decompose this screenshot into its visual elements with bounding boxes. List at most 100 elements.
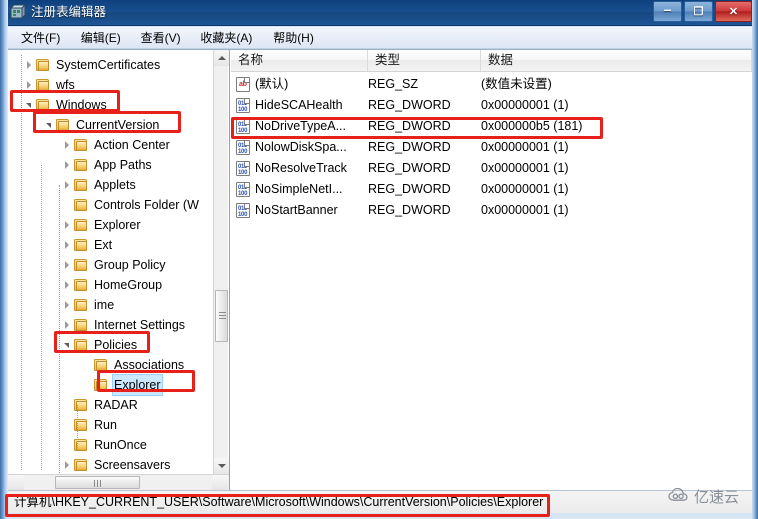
tree-item-label: Policies [94,338,138,352]
tree-item-runonce[interactable]: RunOnce [60,435,149,455]
tree-item-systemcertificates[interactable]: SystemCertificates [22,55,162,75]
triangle-right-icon [64,161,69,169]
tree-item-applets[interactable]: Applets [60,175,138,195]
tree-item-ext[interactable]: Ext [60,235,114,255]
triangle-down-icon [64,342,69,348]
tree-scroll-left-button[interactable] [8,475,24,490]
dword-value-icon: 011 100 [236,140,250,155]
tree-guide-line [21,55,22,470]
column-data[interactable]: 数据 [481,50,752,71]
value-row[interactable]: 011 100 NoResolveTrack REG_DWORD 0x00000001… [231,158,752,179]
tree-item-label: Internet Settings [94,318,186,332]
folder-icon [35,98,51,112]
expand-arrow-icon[interactable] [60,455,73,474]
window-frame-left [0,0,8,519]
tree-item-windows[interactable]: Windows [22,95,109,115]
triangle-right-icon [26,81,31,89]
expand-arrow-icon[interactable] [60,155,73,175]
expand-arrow-icon[interactable] [60,255,73,275]
tree-item-group-policy[interactable]: Group Policy [60,255,168,275]
value-row[interactable]: 011 100 HideSCAHealth REG_DWORD 0x00000001 … [231,95,752,116]
registry-tree-pane[interactable]: SystemCertificates wfs Windows CurrentVersi… [8,50,230,490]
value-row[interactable]: 011 100 NoStartBanner REG_DWORD 0x00000001 … [231,200,752,221]
expand-arrow-icon[interactable] [60,275,73,295]
tree-item-associations[interactable]: Associations [80,355,186,375]
close-button[interactable]: ✕ [715,1,752,22]
value-row[interactable]: 011 100 NolowDiskSpa... REG_DWORD 0x0000000… [231,137,752,158]
menu-edit[interactable]: 编辑(E) [74,29,128,47]
tree-scroll-up-button[interactable] [214,50,229,66]
tree-item-label: Run [94,418,117,432]
tree-item-app-paths[interactable]: App Paths [60,155,154,175]
tree-item-action-center[interactable]: Action Center [60,135,172,155]
folder-icon [73,258,89,272]
expand-arrow-icon[interactable] [60,235,73,255]
expand-arrow-icon[interactable] [60,315,73,335]
value-row[interactable]: ab (默认) REG_SZ (数值未设置) [231,74,752,95]
tree-item-homegroup[interactable]: HomeGroup [60,275,164,295]
expand-arrow-icon[interactable] [22,75,35,95]
tree-item-currentversion[interactable]: CurrentVersion [42,115,161,135]
expand-arrow-icon[interactable] [60,295,73,315]
tree-item-explorer[interactable]: Explorer [60,215,143,235]
tree-scroll-down-button[interactable] [214,458,229,474]
column-name[interactable]: 名称 [231,50,368,71]
tree-vertical-scrollbar[interactable] [213,50,229,474]
minimize-button[interactable]: – [653,1,682,22]
tree-vertical-scroll-thumb[interactable] [215,290,228,342]
value-type: REG_DWORD [368,140,451,154]
tree-item-controls-folder-w[interactable]: Controls Folder (W [60,195,201,215]
status-bar: 计算机\HKEY_CURRENT_USER\Software\Microsoft… [8,490,752,513]
menu-file[interactable]: 文件(F) [14,29,67,47]
tree-item-policies[interactable]: Policies [60,335,139,355]
watermark-text: 亿速云 [694,488,740,506]
collapse-arrow-icon[interactable] [22,95,35,115]
triangle-right-icon [64,181,69,189]
maximize-button[interactable]: ❐ [684,1,713,22]
menu-help[interactable]: 帮助(H) [266,29,321,47]
value-row[interactable]: 011 100 NoSimpleNetI... REG_DWORD 0x0000000… [231,179,752,200]
tree-item-radar[interactable]: RADAR [60,395,140,415]
value-row[interactable]: 011 100 NoDriveTypeA... REG_DWORD 0x000000b… [231,116,752,137]
triangle-right-icon [64,321,69,329]
collapse-arrow-icon[interactable] [42,115,55,135]
tree-item-explorer[interactable]: Explorer [80,374,163,396]
expand-arrow-icon[interactable] [60,175,73,195]
tree-item-ime[interactable]: ime [60,295,116,315]
menu-view[interactable]: 查看(V) [134,29,188,47]
tree-item-label: RunOnce [94,438,147,452]
minimize-icon: – [663,1,672,17]
value-type: REG_DWORD [368,119,451,133]
column-type[interactable]: 类型 [368,50,481,71]
value-type: REG_DWORD [368,98,451,112]
tree-horizontal-scroll-thumb[interactable] [55,476,140,489]
tree-scroll-right-button[interactable] [212,475,228,490]
tree-item-screensavers[interactable]: Screensavers [60,455,172,474]
tree-item-label: Action Center [94,138,170,152]
tree-item-wfs[interactable]: wfs [22,75,77,95]
folder-icon [73,218,89,232]
value-name: (默认) [255,77,289,91]
value-name: HideSCAHealth [255,98,343,112]
tree-item-label: Windows [56,98,107,112]
value-data: 0x00000001 (1) [481,161,569,175]
value-icon-glyph: 011 100 [238,164,248,176]
menu-favorites[interactable]: 收藏夹(A) [193,29,259,47]
value-data: (数值未设置) [481,77,552,91]
expand-arrow-icon[interactable] [22,55,35,75]
folder-icon [73,338,89,352]
tree-item-internet-settings[interactable]: Internet Settings [60,315,187,335]
folder-icon [73,398,89,412]
expand-arrow-icon[interactable] [60,135,73,155]
registry-values-pane[interactable]: 名称 类型 数据 ab (默认) REG_SZ (数值未设置) 011 100 HideSCA… [231,50,752,490]
window-frame-right [752,0,758,519]
expand-arrow-icon[interactable] [60,215,73,235]
collapse-arrow-icon[interactable] [60,335,73,355]
tree-horizontal-scrollbar[interactable] [8,474,229,490]
dword-value-icon: 011 100 [236,203,250,218]
tree-item-run[interactable]: Run [60,415,119,435]
title-bar[interactable]: 注册表编辑器 – ❐ ✕ [0,0,758,26]
triangle-right-icon [64,241,69,249]
folder-icon [73,298,89,312]
